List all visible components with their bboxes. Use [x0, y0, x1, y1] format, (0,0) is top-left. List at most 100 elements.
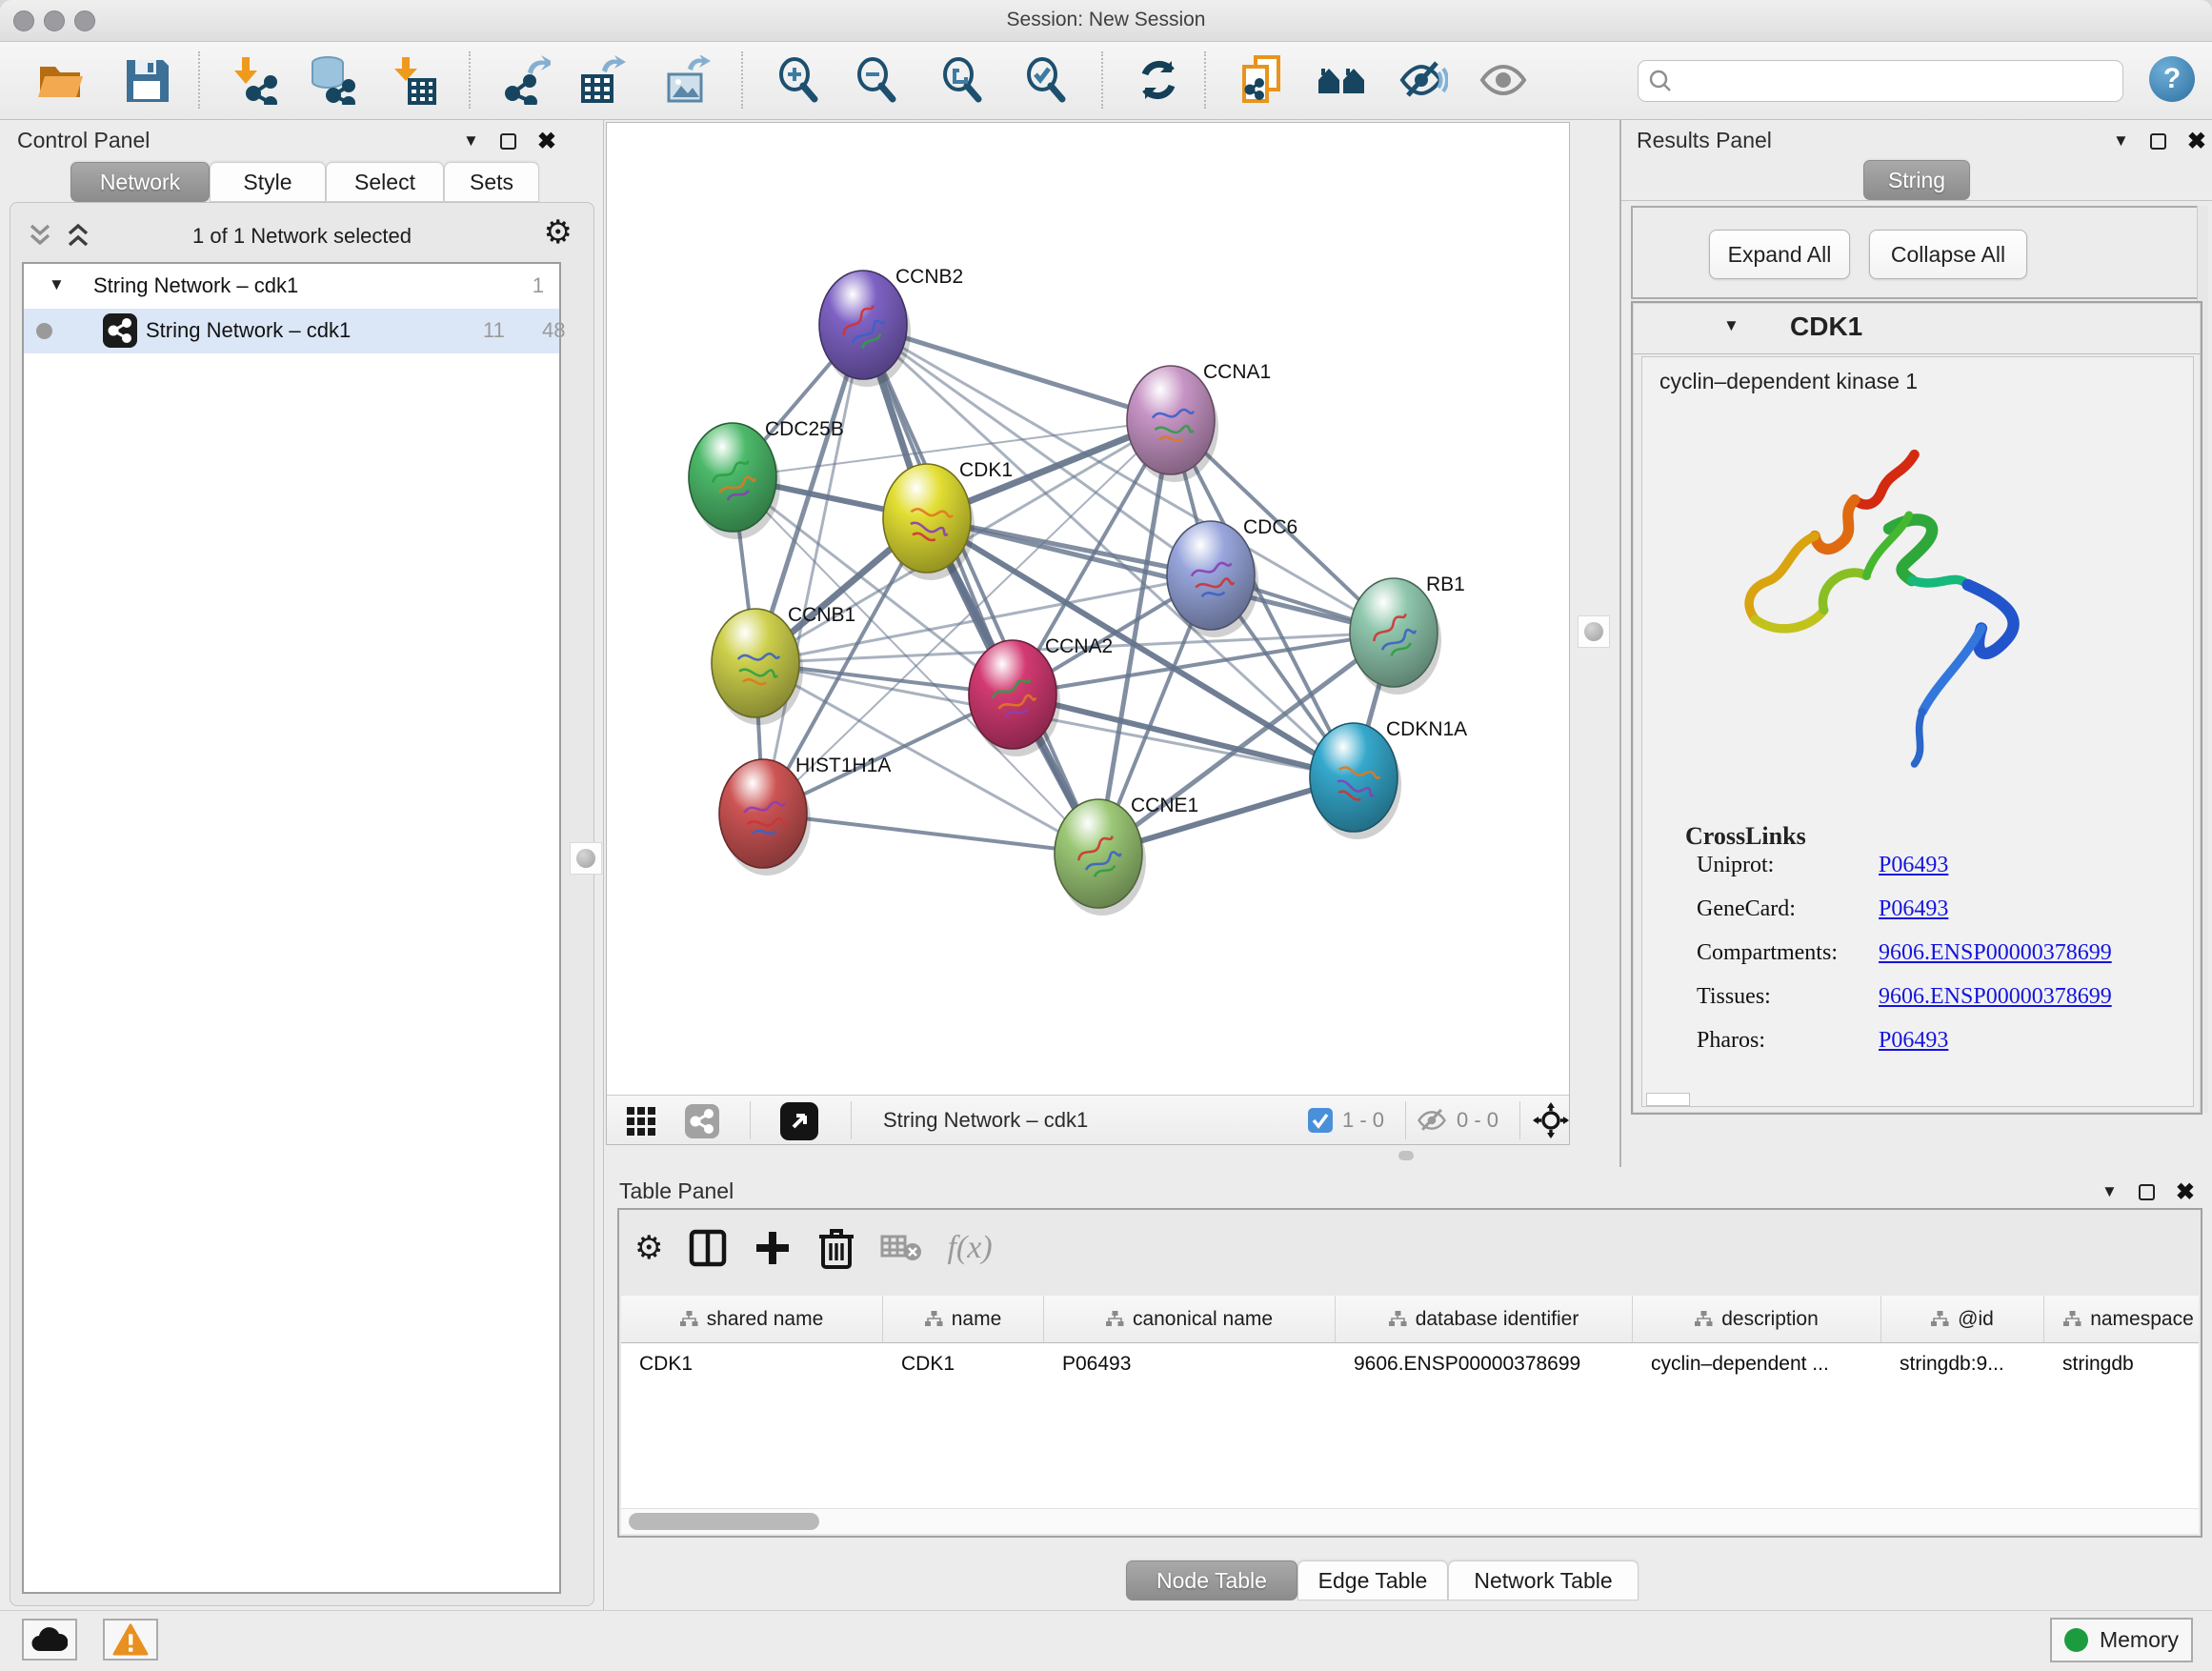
- panel-menu-icon[interactable]: ▼: [463, 131, 479, 151]
- expand-all-button[interactable]: Expand All: [1709, 230, 1850, 279]
- show-all-icon[interactable]: [1478, 55, 1528, 105]
- crosslink-link-genecard[interactable]: P06493: [1879, 896, 1948, 922]
- delete-column-icon[interactable]: [817, 1227, 855, 1269]
- network-node-CCNB2[interactable]: [819, 271, 907, 379]
- network-node-CCNE1[interactable]: [1055, 799, 1142, 908]
- zoom-fit-icon[interactable]: [937, 55, 987, 105]
- entry-scrollbar-thumb[interactable]: [1646, 1093, 1690, 1106]
- close-panel-icon[interactable]: ✖: [2187, 133, 2206, 150]
- tab-network[interactable]: Network: [70, 162, 210, 202]
- crosslink-link-pharos[interactable]: P06493: [1879, 1028, 1948, 1054]
- network-type-badge-icon[interactable]: [685, 1104, 719, 1138]
- table-row[interactable]: CDK1CDK1P064939606.ENSP00000378699cyclin…: [621, 1343, 2199, 1385]
- collapse-all-button[interactable]: Collapse All: [1869, 230, 2027, 279]
- column-header-id[interactable]: @id: [1881, 1296, 2044, 1342]
- close-panel-icon[interactable]: ✖: [537, 133, 556, 150]
- network-node-CDC6[interactable]: [1167, 521, 1255, 630]
- pan-crosshair-icon[interactable]: [1533, 1102, 1569, 1138]
- show-columns-icon[interactable]: [688, 1228, 728, 1268]
- network-graph[interactable]: CCNB2CCNA1CDC25BCDK1CDC6RB1CCNB1CCNA2CDK…: [607, 123, 1569, 1095]
- hide-selected-icon[interactable]: [1398, 55, 1448, 105]
- tab-style[interactable]: Style: [210, 162, 326, 202]
- refresh-view-icon[interactable]: [1134, 55, 1183, 105]
- left-splitter-handle[interactable]: [570, 842, 602, 875]
- gear-icon[interactable]: ⚙: [544, 216, 573, 249]
- memory-button[interactable]: Memory: [2050, 1618, 2193, 1662]
- float-panel-icon[interactable]: [500, 133, 516, 150]
- import-network-file-icon[interactable]: [229, 55, 278, 105]
- column-header-shared-name[interactable]: shared name: [621, 1296, 883, 1342]
- column-header-database-identifier[interactable]: database identifier: [1336, 1296, 1633, 1342]
- warning-status-button[interactable]: [103, 1619, 158, 1661]
- zoom-selected-icon[interactable]: [1021, 55, 1071, 105]
- table-cell-name[interactable]: CDK1: [883, 1343, 1044, 1385]
- network-node-CDC25B[interactable]: [689, 423, 776, 532]
- network-node-CCNA1[interactable]: [1127, 366, 1215, 474]
- hidden-eye-icon[interactable]: [1417, 1107, 1447, 1134]
- network-node-CDK1[interactable]: [883, 464, 971, 573]
- cloud-status-button[interactable]: [22, 1619, 77, 1661]
- crosslink-link-uniprot[interactable]: P06493: [1879, 853, 1948, 878]
- table-cell-shared-name[interactable]: CDK1: [621, 1343, 883, 1385]
- table-cell-namespace[interactable]: stringdb: [2044, 1343, 2199, 1385]
- save-session-icon[interactable]: [122, 55, 171, 105]
- export-table-icon[interactable]: [577, 55, 627, 105]
- table-cell-id[interactable]: stringdb:9...: [1881, 1343, 2044, 1385]
- tab-string[interactable]: String: [1863, 160, 1970, 200]
- network-collection-row[interactable]: ▼ String Network – cdk1 1: [24, 264, 559, 309]
- export-network-icon[interactable]: [501, 55, 551, 105]
- table-cell-database-identifier[interactable]: 9606.ENSP00000378699: [1336, 1343, 1633, 1385]
- collapse-entry-icon[interactable]: ▼: [1723, 316, 1739, 335]
- panel-menu-icon[interactable]: ▼: [2101, 1182, 2118, 1201]
- float-panel-icon[interactable]: [2139, 1184, 2155, 1200]
- clone-network-icon[interactable]: [1237, 55, 1286, 105]
- export-image-icon[interactable]: [663, 55, 713, 105]
- network-edge-CCNB2-CCNE1[interactable]: [863, 325, 1098, 854]
- horizontal-splitter-handle[interactable]: [1398, 1151, 1414, 1160]
- collection-expand-icon[interactable]: ▼: [49, 275, 65, 294]
- network-node-CDKN1A[interactable]: [1310, 723, 1398, 832]
- crosslink-link-tissues[interactable]: 9606.ENSP00000378699: [1879, 984, 2112, 1010]
- selected-checkbox-icon[interactable]: [1308, 1108, 1333, 1133]
- float-panel-icon[interactable]: [2150, 133, 2166, 150]
- panel-menu-icon[interactable]: ▼: [2113, 131, 2129, 151]
- tab-sets[interactable]: Sets: [444, 162, 539, 202]
- network-edge-HIST1H1A-CCNE1[interactable]: [763, 814, 1098, 854]
- tab-edge-table[interactable]: Edge Table: [1297, 1560, 1448, 1601]
- network-node-CCNA2[interactable]: [969, 640, 1056, 749]
- network-node-CCNB1[interactable]: [712, 609, 799, 717]
- table-cell-description[interactable]: cyclin–dependent ...: [1633, 1343, 1881, 1385]
- create-column-icon[interactable]: [753, 1228, 793, 1268]
- network-edge-CCNB2-HIST1H1A[interactable]: [763, 325, 863, 814]
- import-network-database-icon[interactable]: [307, 55, 356, 105]
- tab-select[interactable]: Select: [326, 162, 444, 202]
- open-session-icon[interactable]: [36, 55, 86, 105]
- column-header-description[interactable]: description: [1633, 1296, 1881, 1342]
- right-splitter-handle[interactable]: [1578, 615, 1610, 648]
- tab-network-table[interactable]: Network Table: [1448, 1560, 1639, 1601]
- close-panel-icon[interactable]: ✖: [2176, 1184, 2195, 1200]
- network-node-HIST1H1A[interactable]: [719, 759, 807, 868]
- table-hscrollbar[interactable]: [621, 1508, 2199, 1534]
- table-cell-canonical-name[interactable]: P06493: [1044, 1343, 1336, 1385]
- import-table-file-icon[interactable]: [389, 55, 438, 105]
- column-header-canonical-name[interactable]: canonical name: [1044, 1296, 1336, 1342]
- table-options-gear-icon[interactable]: ⚙: [634, 1232, 663, 1264]
- column-header-namespace[interactable]: namespace: [2044, 1296, 2199, 1342]
- help-button[interactable]: ?: [2149, 56, 2195, 102]
- function-builder-icon[interactable]: f(x): [947, 1230, 992, 1266]
- network-row-selected[interactable]: String Network – cdk1 11 48: [24, 309, 559, 353]
- column-header-name[interactable]: name: [883, 1296, 1044, 1342]
- zoom-in-icon[interactable]: [774, 55, 823, 105]
- search-input[interactable]: [1638, 60, 2123, 102]
- first-neighbors-icon[interactable]: [1317, 55, 1366, 105]
- network-node-RB1[interactable]: [1350, 578, 1438, 687]
- tab-node-table[interactable]: Node Table: [1126, 1560, 1297, 1601]
- birds-eye-view-icon[interactable]: [626, 1106, 656, 1137]
- open-in-window-icon[interactable]: [780, 1102, 818, 1140]
- delete-table-icon[interactable]: [880, 1231, 922, 1265]
- zoom-out-icon[interactable]: [852, 55, 901, 105]
- crosslink-link-compartments[interactable]: 9606.ENSP00000378699: [1879, 940, 2112, 966]
- table-hscrollbar-thumb[interactable]: [629, 1513, 819, 1530]
- node-result-header[interactable]: ▼ CDK1: [1633, 303, 2201, 354]
